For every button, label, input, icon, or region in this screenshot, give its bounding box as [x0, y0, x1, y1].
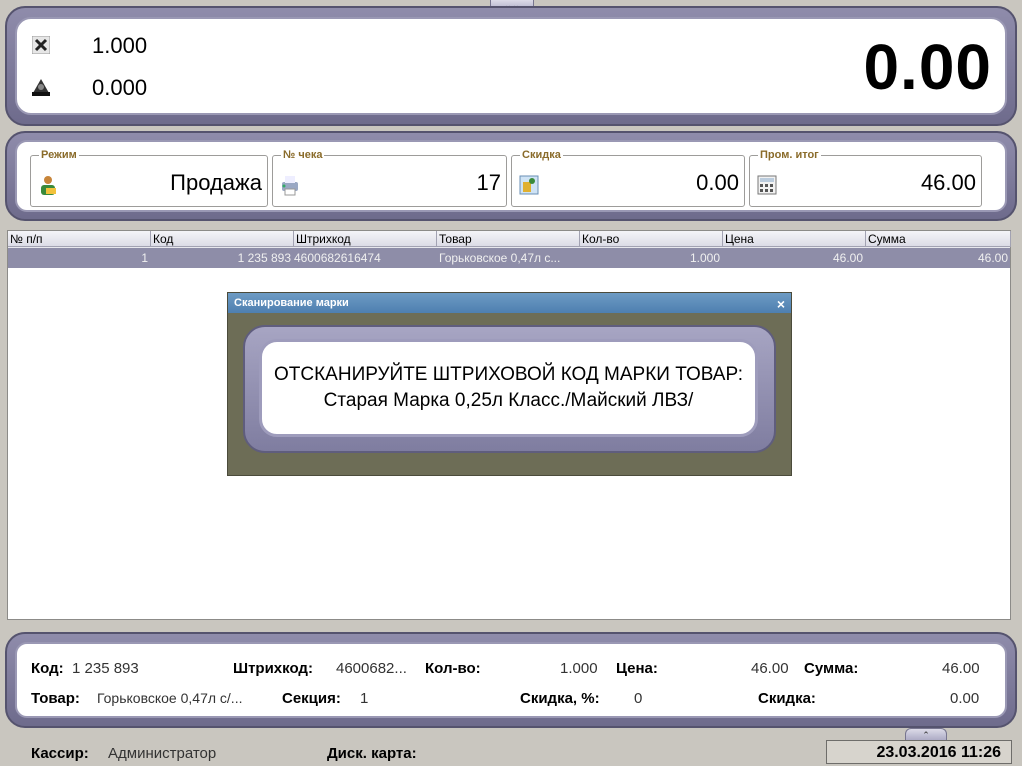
detail-qty-value: 1.000 [560, 660, 598, 677]
scan-mark-dialog: Сканирование марки × ОТСКАНИРУЙТЕ ШТРИХО… [227, 292, 792, 476]
multiply-icon [30, 34, 52, 56]
multiplier-value: 1.000 [92, 33, 148, 58]
cashier-label: Кассир: [31, 745, 89, 762]
cell-barcode: 4600682616474 [294, 251, 381, 265]
cashier-person-icon [37, 174, 59, 196]
discount-title: Скидка [520, 149, 563, 161]
col-header-index[interactable]: № п/п [8, 231, 151, 247]
calculator-icon [756, 174, 778, 196]
mode-title: Режим [39, 149, 79, 161]
cell-price: 46.00 [832, 251, 863, 265]
discount-box: Скидка 0.00 [511, 149, 745, 207]
table-row[interactable]: 1 1 235 893 4600682616474 Горьковское 0,… [8, 248, 1010, 268]
dialog-message-frame: ОТСКАНИРУЙТЕ ШТРИХОВОЙ КОД МАРКИ ТОВАР: … [243, 325, 776, 453]
detail-sum-value: 46.00 [942, 660, 980, 677]
detail-discount-pct-label: Скидка, %: [520, 690, 600, 707]
table-header: № п/п Код Штрихкод Товар Кол-во Цена Сум… [8, 231, 1011, 248]
total-display: 0.00 [863, 31, 992, 103]
details-panel [5, 632, 1017, 728]
dialog-title-bar[interactable]: Сканирование марки × [228, 293, 791, 313]
discount-icon [518, 174, 540, 196]
detail-discount-label: Скидка: [758, 690, 816, 707]
detail-price-label: Цена: [616, 660, 658, 677]
detail-section-label: Секция: [282, 690, 341, 707]
discount-value: 0.00 [696, 170, 739, 195]
col-header-qty[interactable]: Кол-во [580, 231, 723, 247]
col-header-item[interactable]: Товар [437, 231, 580, 247]
detail-code-label: Код: [31, 660, 64, 677]
detail-item-label: Товар: [31, 690, 80, 707]
col-header-sum[interactable]: Сумма [866, 231, 1011, 247]
dialog-message: ОТСКАНИРУЙТЕ ШТРИХОВОЙ КОД МАРКИ ТОВАР: … [259, 339, 758, 437]
detail-qty-label: Кол-во: [425, 660, 481, 677]
mode-value: Продажа [170, 170, 262, 195]
details-panel-inner [15, 642, 1007, 718]
detail-barcode-value: 4600682... [336, 660, 407, 677]
receipt-printer-icon [279, 174, 301, 196]
col-header-code[interactable]: Код [151, 231, 294, 247]
totals-panel-inner [15, 17, 1007, 115]
weight-value: 0.000 [92, 75, 148, 100]
detail-barcode-label: Штрихкод: [233, 660, 313, 677]
col-header-price[interactable]: Цена [723, 231, 866, 247]
detail-discount-value: 0.00 [950, 690, 980, 707]
cell-qty: 1.000 [689, 251, 720, 265]
receipt-box: № чека 17 [272, 149, 507, 207]
cell-sum: 46.00 [977, 251, 1008, 265]
cell-item: Горьковское 0,47л с... [439, 251, 561, 265]
weight-scale-icon [30, 75, 52, 97]
receipt-title: № чека [281, 149, 325, 161]
detail-item-value: Горьковское 0,47л с/... [97, 690, 243, 706]
subtotal-box: Пром. итог 46.00 [749, 149, 982, 207]
close-icon[interactable]: × [777, 294, 785, 314]
datetime-display: 23.03.2016 11:26 [826, 740, 1012, 764]
cell-code: 1 235 893 [237, 251, 291, 265]
subtotal-title: Пром. итог [758, 149, 821, 161]
detail-section-value: 1 [360, 690, 369, 707]
mode-box: Режим Продажа [30, 149, 268, 207]
dialog-title: Сканирование марки [234, 297, 349, 309]
subtotal-value: 46.00 [920, 170, 976, 195]
cell-index: 1 [141, 251, 148, 265]
receipt-value: 17 [476, 170, 501, 195]
col-header-barcode[interactable]: Штрихкод [294, 231, 437, 247]
discount-card-label: Диск. карта: [327, 745, 417, 762]
detail-sum-label: Сумма: [804, 660, 859, 677]
detail-price-value: 46.00 [751, 660, 789, 677]
detail-discount-pct-value: 0 [634, 690, 643, 707]
cashier-value: Администратор [108, 745, 217, 762]
detail-code-value: 1 235 893 [72, 660, 139, 677]
